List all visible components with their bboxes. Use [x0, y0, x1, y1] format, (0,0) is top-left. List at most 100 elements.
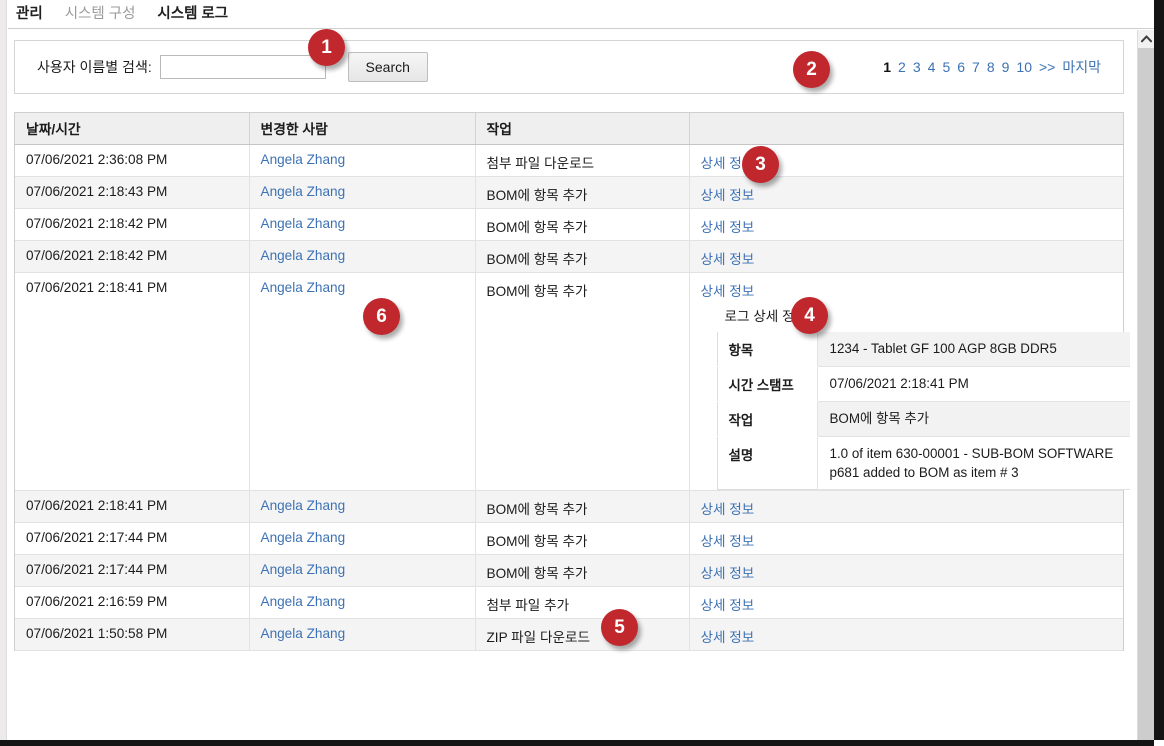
details-link[interactable]: 상세 정보 [701, 502, 755, 517]
search-input[interactable] [159, 55, 326, 79]
table-row[interactable]: 07/06/2021 2:16:59 PM Angela Zhang 첨부 파일 추… [15, 586, 1123, 620]
user-link[interactable]: Angela Zhang [261, 184, 346, 199]
detail-key: 시간 스탬프 [717, 366, 818, 402]
page-link-2[interactable]: 2 [898, 59, 906, 75]
search-button[interactable]: Search [347, 52, 428, 82]
action-text: BOM에 항목 추가 [486, 534, 588, 550]
user-link[interactable]: Angela Zhang [261, 594, 346, 609]
changed-by-wrap: Angela Zhang [261, 587, 475, 609]
pagination: 1 2 3 4 5 6 7 8 9 10 >> 마지막 [883, 57, 1123, 77]
datetime-text: 07/06/2021 1:50:58 PM [26, 626, 168, 642]
details-link[interactable]: 상세 정보 [701, 566, 755, 581]
user-link[interactable]: Angela Zhang [261, 562, 346, 577]
user-link[interactable]: Angela Zhang [261, 216, 346, 231]
window-corner-fade [1154, 740, 1164, 746]
cell-action: BOM에 항목 추가 [475, 522, 690, 556]
cell-changed-by: Angela Zhang [249, 272, 476, 492]
table-row[interactable]: 07/06/2021 2:18:43 PM Angela Zhang BOM에 항목… [15, 176, 1123, 209]
cell-action: ZIP 파일 다운로드 [475, 618, 690, 652]
detail-key: 설명 [717, 436, 818, 490]
details-link[interactable]: 상세 정보 [701, 220, 755, 235]
scroll-up-button[interactable] [1138, 30, 1155, 48]
details-link[interactable]: 상세 정보 [701, 284, 755, 299]
page-link-10[interactable]: 10 [1016, 59, 1032, 75]
cell-action: BOM에 항목 추가 [475, 490, 690, 524]
column-header-action[interactable]: 작업 [475, 113, 690, 145]
user-link[interactable]: Angela Zhang [261, 152, 346, 167]
table-row[interactable]: 07/06/2021 2:17:44 PM Angela Zhang BOM에 항목… [15, 522, 1123, 556]
details-link[interactable]: 상세 정보 [701, 252, 755, 267]
changed-by-wrap: Angela Zhang [261, 619, 475, 641]
table-row[interactable]: 07/06/2021 2:18:42 PM Angela Zhang BOM에 항목… [15, 208, 1123, 241]
table-row[interactable]: 07/06/2021 2:18:42 PM Angela Zhang BOM에 항목… [15, 240, 1123, 273]
user-link[interactable]: Angela Zhang [261, 530, 346, 545]
page-link-7[interactable]: 7 [972, 59, 980, 75]
user-link[interactable]: Angela Zhang [261, 248, 346, 263]
vertical-scrollbar[interactable] [1137, 30, 1155, 746]
datetime-text: 07/06/2021 2:16:59 PM [26, 594, 168, 610]
details-link[interactable]: 상세 정보 [701, 598, 755, 613]
detail-row: 작업 BOM에 항목 추가 [717, 401, 1130, 437]
detail-row: 시간 스탬프 07/06/2021 2:18:41 PM [717, 366, 1130, 402]
cell-action: BOM에 항목 추가 [475, 208, 690, 241]
page-link-8[interactable]: 8 [987, 59, 995, 75]
user-link[interactable]: Angela Zhang [261, 498, 346, 513]
page-last-link[interactable]: 마지막 [1062, 57, 1101, 77]
table-row[interactable]: 07/06/2021 2:18:41 PM Angela Zhang BOM에 항목… [15, 490, 1123, 524]
column-header-datetime[interactable]: 날짜/시간 [15, 113, 250, 145]
page-link-5[interactable]: 5 [942, 59, 950, 75]
table-row[interactable]: 07/06/2021 2:17:44 PM Angela Zhang BOM에 항목… [15, 554, 1123, 588]
details-link[interactable]: 상세 정보 [701, 534, 755, 549]
detail-value: 07/06/2021 2:18:41 PM [817, 366, 1130, 402]
details-link[interactable]: 상세 정보 [701, 188, 755, 203]
callout-badge-3: 3 [742, 146, 779, 183]
page-link-9[interactable]: 9 [1002, 59, 1010, 75]
user-link[interactable]: Angela Zhang [261, 626, 346, 641]
window-left-gutter [0, 0, 7, 746]
changed-by-wrap: Angela Zhang [261, 273, 475, 295]
window-bottom-shadow [0, 740, 1164, 746]
action-text: BOM에 항목 추가 [486, 566, 588, 582]
detail-row: 항목 1234 - Tablet GF 100 AGP 8GB DDR5 [717, 331, 1130, 367]
cell-datetime: 07/06/2021 2:17:44 PM [15, 522, 250, 556]
page-link-6[interactable]: 6 [957, 59, 965, 75]
datetime-text: 07/06/2021 2:18:41 PM [26, 498, 168, 514]
column-header-changed-by[interactable]: 변경한 사람 [249, 113, 476, 145]
callout-badge-6: 6 [363, 298, 400, 335]
detail-value: 1.0 of item 630-00001 - SUB-BOM SOFTWARE… [817, 436, 1130, 491]
details-link[interactable]: 상세 정보 [701, 630, 755, 645]
table-row[interactable]: 07/06/2021 2:36:08 PM Angela Zhang 첨부 파일 다… [15, 144, 1123, 177]
detail-row: 설명 1.0 of item 630-00001 - SUB-BOM SOFTWA… [717, 436, 1130, 491]
cell-details: 상세 정보 [689, 208, 1123, 241]
cell-action: 첨부 파일 다운로드 [475, 144, 690, 177]
cell-details: 상세 정보 로그 상세 정보 항목 1234 - Tablet GF 100 AGP … [689, 272, 1130, 492]
action-text: BOM에 항목 추가 [486, 251, 588, 267]
tab-admin[interactable]: 관리 [16, 7, 43, 22]
main-content: 사용자 이름별 검색: Search 1 2 3 4 5 6 7 8 9 10 >> 마지막 날짜/시… [8, 30, 1130, 740]
page-link-4[interactable]: 4 [928, 59, 936, 75]
window-right-shadow [1154, 0, 1164, 746]
page-link-1[interactable]: 1 [883, 59, 891, 75]
cell-datetime: 07/06/2021 2:17:44 PM [15, 554, 250, 588]
cell-changed-by: Angela Zhang [249, 490, 476, 524]
page-next-link[interactable]: >> [1039, 59, 1055, 75]
cell-details: 상세 정보 [689, 618, 1123, 652]
changed-by-wrap: Angela Zhang [261, 145, 475, 167]
tab-system-log[interactable]: 시스템 로그 [157, 7, 228, 22]
action-text: 첨부 파일 추가 [486, 598, 570, 614]
user-link[interactable]: Angela Zhang [261, 280, 346, 295]
table-row[interactable]: 07/06/2021 2:18:41 PM Angela Zhang BOM에 항목… [15, 272, 1130, 492]
cell-datetime: 07/06/2021 2:16:59 PM [15, 586, 250, 620]
cell-changed-by: Angela Zhang [249, 522, 476, 556]
scrollbar-track[interactable] [1138, 48, 1155, 746]
table-row[interactable]: 07/06/2021 1:50:58 PM Angela Zhang ZIP 파일 … [15, 618, 1123, 652]
log-table-body: 07/06/2021 2:36:08 PM Angela Zhang 첨부 파일 다… [15, 144, 1130, 652]
cell-action: BOM에 항목 추가 [475, 272, 690, 492]
callout-badge-2: 2 [793, 51, 830, 88]
detail-panel-table: 항목 1234 - Tablet GF 100 AGP 8GB DDR5 시간 스탬… [716, 331, 1130, 491]
cell-action: BOM에 항목 추가 [475, 240, 690, 273]
tab-system-configuration[interactable]: 시스템 구성 [65, 7, 136, 22]
detail-value: 1234 - Tablet GF 100 AGP 8GB DDR5 [817, 331, 1130, 367]
changed-by-wrap: Angela Zhang [261, 177, 475, 199]
page-link-3[interactable]: 3 [913, 59, 921, 75]
